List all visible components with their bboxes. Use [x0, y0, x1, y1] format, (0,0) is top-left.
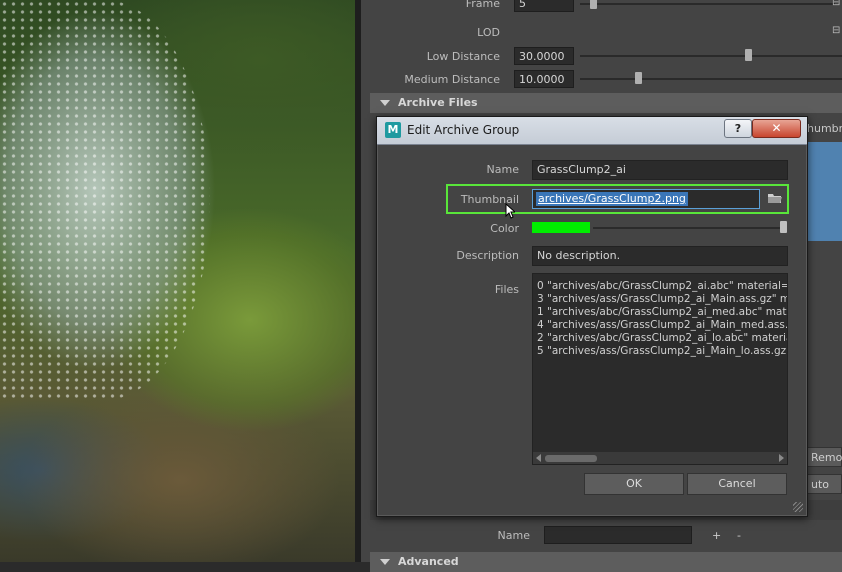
close-icon[interactable]: ✕ — [752, 119, 801, 138]
name-field[interactable] — [544, 526, 692, 544]
help-icon[interactable]: ? — [724, 119, 752, 138]
file-line: 0 "archives/abc/GrassClump2_ai.abc" mate… — [537, 280, 788, 292]
archive-list-selected-row[interactable] — [806, 142, 842, 241]
thumbnail-label: Thumbnail — [460, 193, 519, 206]
medium-distance-label: Medium Distance — [404, 73, 500, 86]
color-label: Color — [490, 222, 519, 235]
frame-field[interactable]: 5 — [514, 0, 574, 12]
description-field[interactable]: No description. — [532, 246, 788, 266]
color-swatch[interactable] — [532, 222, 590, 233]
medium-distance-slider-handle[interactable] — [635, 72, 642, 84]
files-horizontal-scrollbar[interactable] — [533, 452, 787, 464]
frame-slider-handle[interactable] — [590, 0, 597, 9]
low-distance-slider-track[interactable] — [580, 55, 842, 57]
dialog-name-field[interactable]: GrassClump2_ai — [532, 160, 788, 180]
grass-clump-render — [0, 0, 210, 400]
dialog-title: Edit Archive Group — [407, 123, 520, 137]
cancel-button[interactable]: Cancel — [687, 473, 787, 495]
collapse-triangle-icon — [380, 100, 390, 106]
remove-button[interactable]: Remov — [806, 447, 842, 467]
frame-label: Frame — [465, 0, 500, 10]
maya-icon: M — [385, 122, 401, 138]
low-distance-label: Low Distance — [426, 50, 500, 63]
files-textarea[interactable]: 0 "archives/abc/GrassClump2_ai.abc" mate… — [532, 273, 788, 465]
low-distance-slider-handle[interactable] — [745, 49, 752, 61]
medium-distance-field[interactable]: 10.0000 — [514, 70, 574, 88]
scrollbar-thumb[interactable] — [545, 455, 597, 462]
auto-set-button[interactable]: uto Se — [806, 474, 842, 511]
medium-distance-slider-track[interactable] — [580, 78, 842, 80]
dialog-name-label: Name — [486, 163, 519, 176]
color-slider-handle[interactable] — [780, 221, 787, 233]
render-viewport — [0, 0, 355, 562]
name-label: Name — [497, 529, 530, 542]
scroll-right-icon[interactable] — [779, 454, 784, 462]
description-label: Description — [456, 249, 519, 262]
thumbnail-selected-text: archives/GrassClump2.png — [536, 192, 688, 206]
file-line: 3 "archives/ass/GrassClump2_ai_Main.ass.… — [537, 293, 788, 305]
lod-label: LOD — [477, 26, 500, 39]
mouse-cursor-icon — [505, 203, 515, 219]
frame-slider-track[interactable] — [580, 3, 835, 5]
advanced-section[interactable]: Advanced — [370, 552, 842, 572]
add-button[interactable]: + — [712, 529, 721, 542]
dialog-titlebar[interactable]: M Edit Archive Group ? ✕ — [377, 117, 807, 145]
file-line: 2 "archives/abc/GrassClump2_ai_lo.abc" m… — [537, 332, 788, 344]
archive-files-section[interactable]: Archive Files — [370, 93, 842, 113]
low-distance-field[interactable]: 30.0000 — [514, 47, 574, 65]
collapse-triangle-icon — [380, 559, 390, 565]
remove-name-button[interactable]: - — [737, 529, 741, 542]
file-line: 4 "archives/ass/GrassClump2_ai_Main_med.… — [537, 319, 788, 331]
archive-files-header: Archive Files — [398, 96, 478, 109]
edit-archive-group-dialog: M Edit Archive Group ? ✕ Name GrassClump… — [376, 116, 808, 517]
file-line: 1 "archives/abc/GrassClump2_ai_med.abc" … — [537, 306, 788, 318]
thumbnail-column-header: humbna — [807, 122, 842, 135]
files-label: Files — [494, 283, 519, 296]
keyframe-icon[interactable]: ⊟ — [832, 0, 840, 8]
folder-icon[interactable] — [766, 191, 784, 207]
scroll-left-icon[interactable] — [536, 454, 541, 462]
lod-map-icon[interactable]: ⊟ — [832, 25, 840, 36]
ok-button[interactable]: OK — [584, 473, 684, 495]
file-line: 5 "archives/ass/GrassClump2_ai_Main_lo.a… — [537, 345, 788, 357]
resize-grip-icon[interactable] — [793, 502, 803, 512]
color-slider-track[interactable] — [593, 227, 785, 229]
thumbnail-field[interactable]: archives/GrassClump2.png — [532, 189, 760, 209]
